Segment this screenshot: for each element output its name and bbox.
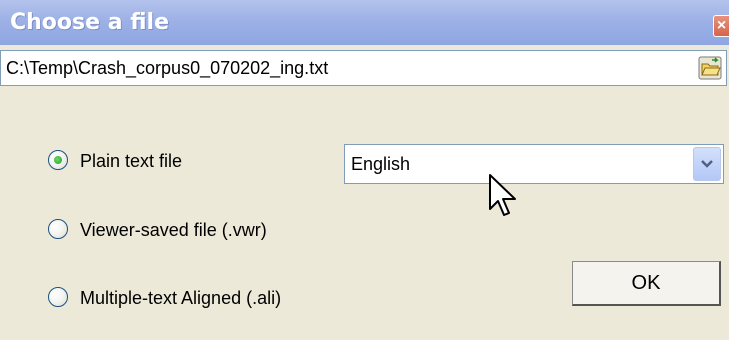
chevron-down-icon: [701, 160, 713, 168]
file-path-value: C:\Temp\Crash_corpus0_070202_ing.txt: [6, 58, 329, 78]
radio-multiple-text-aligned[interactable]: Multiple-text Aligned (.ali): [48, 284, 368, 314]
radio-viewer-saved[interactable]: Viewer-saved file (.vwr): [48, 216, 348, 246]
file-path-field[interactable]: C:\Temp\Crash_corpus0_070202_ing.txt: [0, 50, 727, 86]
radio-selected-dot: [54, 156, 62, 164]
dialog-title: Choose a file: [10, 10, 169, 35]
close-button[interactable]: ×: [713, 15, 729, 37]
title-bar[interactable]: Choose a file ×: [0, 0, 729, 45]
radio-plain-text[interactable]: Plain text file: [48, 147, 328, 177]
close-icon: ×: [716, 17, 727, 34]
language-select-value: English: [351, 154, 411, 174]
dropdown-button[interactable]: [693, 147, 721, 181]
ok-button[interactable]: OK: [572, 261, 721, 306]
mouse-cursor-icon: [489, 174, 516, 216]
radio-button[interactable]: [48, 219, 68, 239]
open-folder-icon[interactable]: [698, 56, 722, 80]
radio-button[interactable]: [48, 287, 68, 307]
language-select[interactable]: English: [344, 144, 724, 184]
radio-label: Plain text file: [80, 151, 183, 171]
choose-file-dialog: Choose a file × C:\Temp\Crash_corpus0_07…: [0, 0, 729, 340]
radio-label: Multiple-text Aligned (.ali): [80, 288, 282, 308]
radio-label: Viewer-saved file (.vwr): [80, 220, 267, 240]
radio-button[interactable]: [48, 150, 68, 170]
